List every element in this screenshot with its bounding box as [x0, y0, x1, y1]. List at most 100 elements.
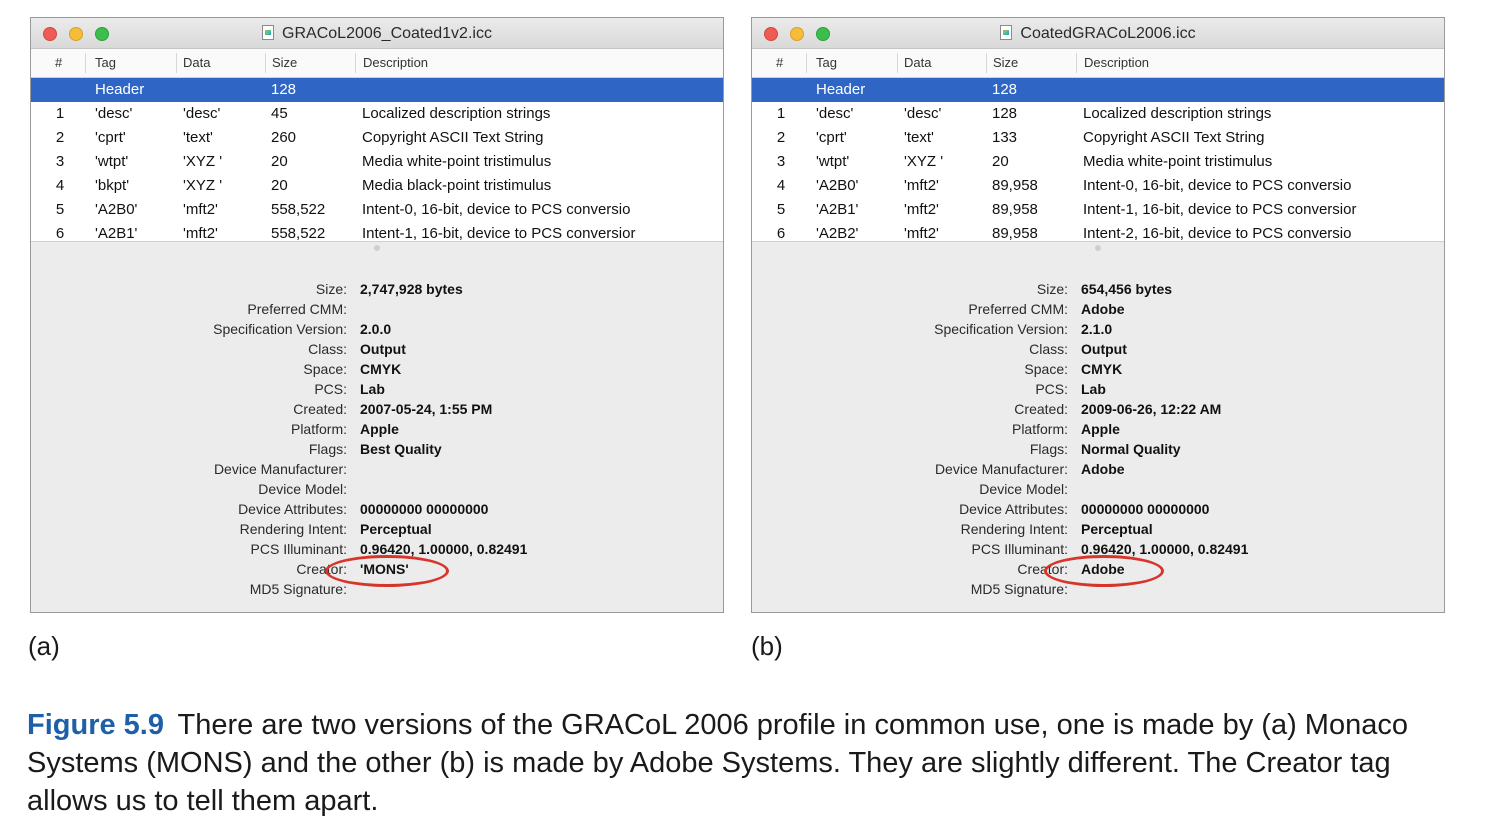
cell-description: Intent-1, 16-bit, device to PCS conversi… [1083, 201, 1357, 218]
table-row[interactable]: 2 'cprt' 'text' 260 Copyright ASCII Text… [31, 126, 723, 150]
profile-info-panel: Size: 2,747,928 bytes Preferred CMM: Spec… [31, 281, 723, 601]
cell-tag: 'A2B1' [95, 225, 138, 241]
column-header-size[interactable]: Size [993, 55, 1018, 70]
info-value: 654,456 bytes [1081, 281, 1173, 297]
column-divider[interactable] [1076, 53, 1077, 73]
cell-size: 20 [992, 153, 1009, 170]
column-divider[interactable] [85, 53, 86, 73]
info-label: Platform: [1011, 421, 1068, 437]
cell-description: Media white-point tristimulus [362, 153, 552, 170]
column-header-tag[interactable]: Tag [95, 55, 116, 70]
table-row-header[interactable]: Header 128 [31, 78, 723, 102]
cell-data: 'mft2' [904, 201, 939, 218]
cell-description: Intent-0, 16-bit, device to PCS conversi… [1083, 177, 1352, 194]
info-value: Apple [360, 421, 399, 437]
splitter-handle-icon[interactable] [374, 245, 380, 251]
cell-size: 558,522 [271, 225, 326, 241]
cell-data: 'mft2' [183, 201, 218, 218]
column-header-tag[interactable]: Tag [816, 55, 837, 70]
cell-size: 89,958 [992, 201, 1038, 218]
cell-tag: 'wtpt' [95, 153, 129, 170]
column-divider[interactable] [897, 53, 898, 73]
table-row[interactable]: 6 'A2B2' 'mft2' 89,958 Intent-2, 16-bit,… [752, 222, 1444, 241]
info-row-pcs: PCS: Lab [752, 381, 1444, 401]
info-label: Class: [308, 341, 347, 357]
split-view-divider[interactable] [752, 241, 1444, 242]
window-title: CoatedGRACoL2006.icc [752, 25, 1444, 43]
cell-data: 'mft2' [904, 177, 939, 194]
info-row-size: Size: 654,456 bytes [752, 281, 1444, 301]
column-header-num[interactable]: # [776, 55, 783, 70]
column-divider[interactable] [806, 53, 807, 73]
info-row-device-model: Device Model: [752, 481, 1444, 501]
table-row[interactable]: 4 'bkpt' 'XYZ ' 20 Media black-point tri… [31, 174, 723, 198]
panel-label-a: (a) [28, 631, 60, 661]
info-label: Platform: [290, 421, 347, 437]
column-header-num[interactable]: # [55, 55, 62, 70]
info-label: Device Model: [258, 481, 347, 497]
info-row-device-model: Device Model: [31, 481, 723, 501]
info-row-spec-version: Specification Version: 2.1.0 [752, 321, 1444, 341]
window-title-text: CoatedGRACoL2006.icc [1020, 25, 1196, 42]
cell-num: 5 [55, 201, 65, 218]
column-header-data[interactable]: Data [904, 55, 931, 70]
cell-data: 'text' [904, 129, 934, 146]
splitter-handle-icon[interactable] [1095, 245, 1101, 251]
figure-number: Figure 5.9 [27, 709, 164, 741]
info-label: Flags: [1029, 441, 1068, 457]
column-header-description[interactable]: Description [1084, 55, 1149, 70]
table-row[interactable]: 5 'A2B0' 'mft2' 558,522 Intent-0, 16-bit… [31, 198, 723, 222]
creator-highlight-ellipse [1044, 555, 1164, 587]
cell-size: 89,958 [992, 225, 1038, 241]
cell-num: 4 [776, 177, 786, 194]
table-row[interactable]: 6 'A2B1' 'mft2' 558,522 Intent-1, 16-bit… [31, 222, 723, 241]
column-header-data[interactable]: Data [183, 55, 210, 70]
cell-description: Intent-2, 16-bit, device to PCS conversi… [1083, 225, 1352, 241]
cell-tag: 'A2B0' [95, 201, 138, 218]
title-bar: GRACoL2006_Coated1v2.icc [31, 18, 723, 49]
info-value: Perceptual [360, 521, 432, 537]
icc-file-icon [1000, 25, 1013, 40]
info-row-created: Created: 2009-06-26, 12:22 AM [752, 401, 1444, 421]
info-row-platform: Platform: Apple [31, 421, 723, 441]
cell-tag: Header [95, 81, 145, 98]
info-label: Device Attributes: [959, 501, 1068, 517]
info-label: PCS: [314, 381, 347, 397]
cell-data: 'mft2' [904, 225, 939, 241]
info-row-flags: Flags: Best Quality [31, 441, 723, 461]
cell-num: 3 [55, 153, 65, 170]
info-row-preferred-cmm: Preferred CMM: [31, 301, 723, 321]
info-label: Preferred CMM: [968, 301, 1068, 317]
table-row[interactable]: 2 'cprt' 'text' 133 Copyright ASCII Text… [752, 126, 1444, 150]
tag-table: Header 128 1 'desc' 'desc' 45 Localized … [31, 78, 723, 241]
table-row[interactable]: 1 'desc' 'desc' 45 Localized description… [31, 102, 723, 126]
table-row[interactable]: 4 'A2B0' 'mft2' 89,958 Intent-0, 16-bit,… [752, 174, 1444, 198]
info-label: Specification Version: [934, 321, 1068, 337]
info-label: PCS Illuminant: [971, 541, 1068, 557]
column-header-size[interactable]: Size [272, 55, 297, 70]
info-label: MD5 Signature: [970, 581, 1068, 597]
cell-num: 3 [776, 153, 786, 170]
cell-description: Copyright ASCII Text String [362, 129, 544, 146]
cell-description: Localized description strings [362, 105, 551, 122]
info-value: 2.0.0 [360, 321, 392, 337]
column-divider[interactable] [176, 53, 177, 73]
info-value: Adobe [1081, 461, 1125, 477]
table-row[interactable]: 1 'desc' 'desc' 128 Localized descriptio… [752, 102, 1444, 126]
cell-num: 6 [55, 225, 65, 241]
table-row-header[interactable]: Header 128 [752, 78, 1444, 102]
column-divider[interactable] [265, 53, 266, 73]
cell-data: 'XYZ ' [183, 177, 223, 194]
info-value: Normal Quality [1081, 441, 1181, 457]
table-row[interactable]: 3 'wtpt' 'XYZ ' 20 Media white-point tri… [752, 150, 1444, 174]
column-header-description[interactable]: Description [363, 55, 428, 70]
table-row[interactable]: 5 'A2B1' 'mft2' 89,958 Intent-1, 16-bit,… [752, 198, 1444, 222]
split-view-divider[interactable] [31, 241, 723, 242]
column-header-row: # Tag Data Size Description [31, 49, 723, 78]
info-label: Device Manufacturer: [213, 461, 347, 477]
table-row[interactable]: 3 'wtpt' 'XYZ ' 20 Media white-point tri… [31, 150, 723, 174]
info-row-created: Created: 2007-05-24, 1:55 PM [31, 401, 723, 421]
column-divider[interactable] [986, 53, 987, 73]
column-divider[interactable] [355, 53, 356, 73]
panel-label-b: (b) [751, 631, 783, 661]
